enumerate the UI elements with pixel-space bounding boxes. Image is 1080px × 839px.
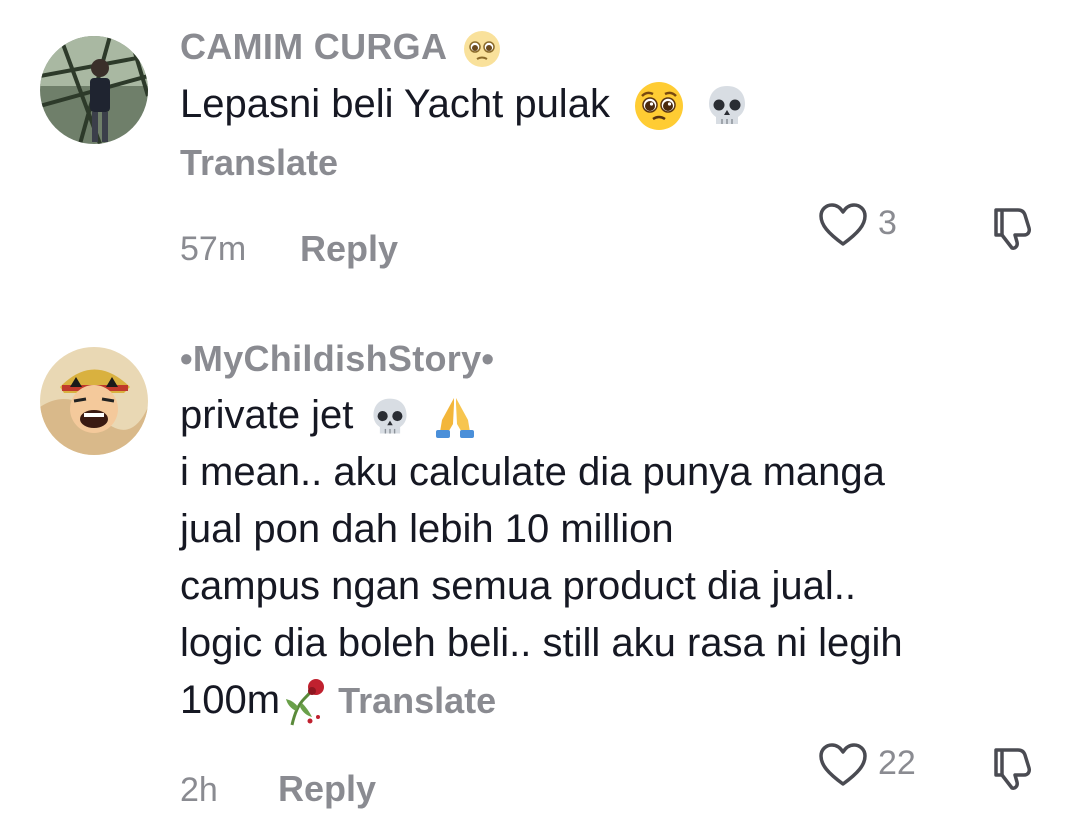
reply-button[interactable]: Reply xyxy=(300,228,398,270)
avatar-photo xyxy=(40,36,148,144)
comment-item: •MyChildishStory• private jet i mean.. a… xyxy=(0,300,1080,839)
comment-line: i mean.. aku calculate dia punya manga xyxy=(180,450,885,494)
comment-item: CAMIM CURGA Lepasni beli Yacht pulak Tra… xyxy=(0,0,1080,300)
comment-line: campus ngan semua product dia jual.. xyxy=(180,564,856,608)
pleading-face-icon xyxy=(462,29,502,69)
comment-line: logic dia boleh beli.. still aku rasa ni… xyxy=(180,621,903,665)
comment-timestamp: 57m xyxy=(180,230,247,268)
like-count: 3 xyxy=(878,204,897,242)
pleading-face-icon xyxy=(633,80,685,132)
like-count: 22 xyxy=(878,744,916,782)
avatar[interactable] xyxy=(40,347,148,455)
comment-line-text: private jet xyxy=(180,393,354,437)
comment-line: private jet xyxy=(180,387,903,444)
skull-icon xyxy=(367,394,413,440)
thumbs-down-icon xyxy=(994,208,1031,250)
skull-icon xyxy=(702,81,752,131)
username-text: CAMIM CURGA xyxy=(180,26,446,67)
username[interactable]: •MyChildishStory• xyxy=(180,338,494,380)
avatar[interactable] xyxy=(40,36,148,144)
dislike-button[interactable] xyxy=(988,204,1036,257)
comment-line: 100m Translate xyxy=(180,672,903,729)
thumbs-down-icon xyxy=(994,748,1031,790)
heart-icon xyxy=(819,743,867,786)
wilted-flower-icon xyxy=(282,677,328,727)
like-button[interactable]: 22 xyxy=(818,742,938,792)
dislike-button[interactable] xyxy=(988,744,1036,797)
reply-button[interactable]: Reply xyxy=(278,768,376,810)
comment-line: jual pon dah lebih 10 million xyxy=(180,507,674,551)
avatar-photo xyxy=(40,347,148,455)
comment-timestamp: 2h xyxy=(180,771,218,809)
heart-icon xyxy=(819,203,867,246)
folded-hands-icon xyxy=(432,394,478,440)
comment-text: Lepasni beli Yacht pulak xyxy=(180,76,752,133)
comment-text: private jet i mean.. aku calculate dia p… xyxy=(180,387,903,729)
comment-line-text: 100m xyxy=(180,678,281,722)
like-button[interactable]: 3 xyxy=(818,202,918,252)
translate-link[interactable]: Translate xyxy=(180,142,338,184)
comment-body: Lepasni beli Yacht pulak xyxy=(180,82,610,126)
username[interactable]: CAMIM CURGA xyxy=(180,26,502,69)
translate-link[interactable]: Translate xyxy=(338,680,496,721)
